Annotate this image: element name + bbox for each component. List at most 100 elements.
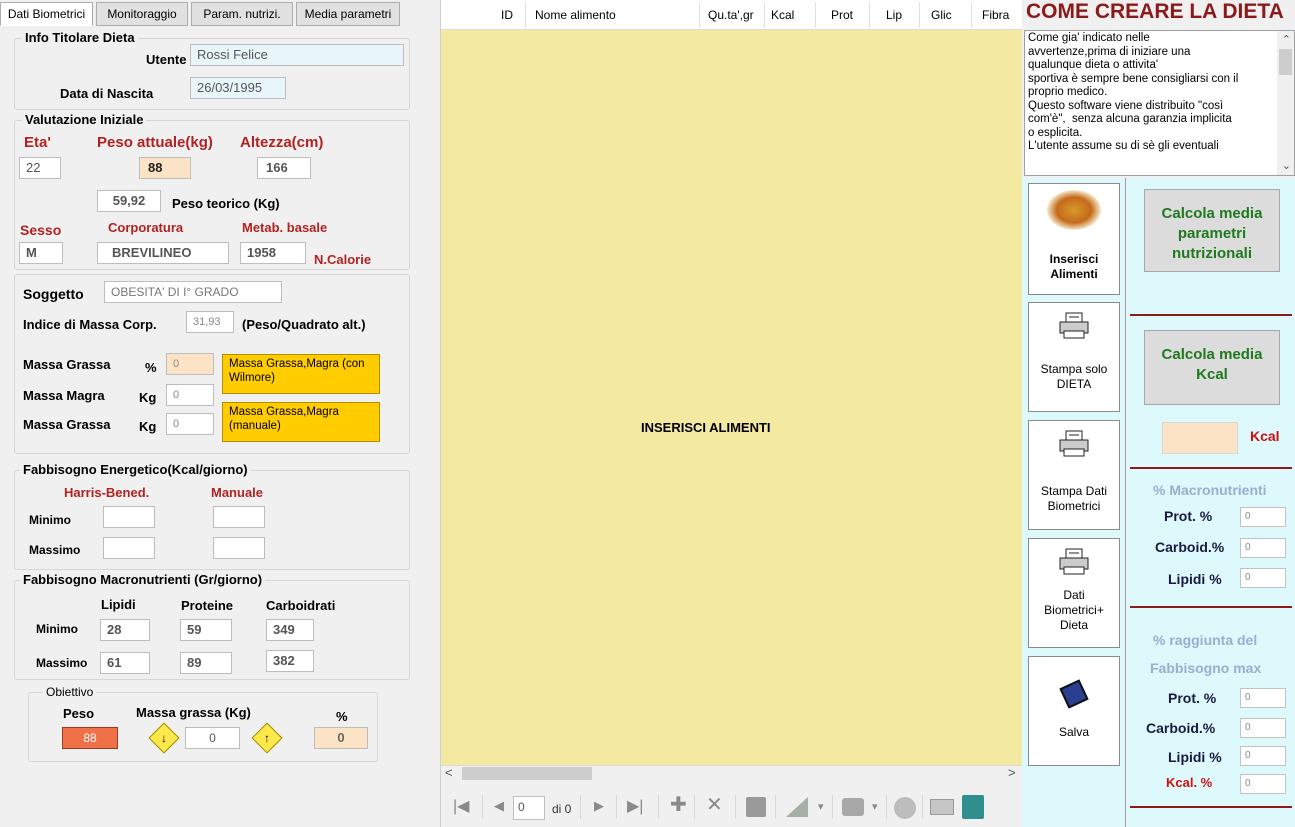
exit-door-icon[interactable] [962,795,984,819]
utente-field[interactable]: Rossi Felice [190,44,404,66]
harris-min-field[interactable] [103,506,155,528]
col-quantita[interactable]: Qu.ta',gr [708,8,754,22]
add-new-icon[interactable]: ✚ [670,792,687,817]
tab-param-nutrizi[interactable]: Param. nutrizi. [191,2,293,26]
massa-grassa-pct-field[interactable]: 0 [166,353,214,375]
carboidrati-min-field[interactable]: 349 [266,619,314,641]
energ-minimo-label: Minimo [29,513,71,527]
col-prot[interactable]: Prot [831,8,853,22]
manuale-button[interactable]: Massa Grassa,Magra (manuale) [222,402,380,442]
r-carboid-pct-field[interactable]: 0 [1240,718,1286,738]
massa-magra-field[interactable]: 0 [166,384,214,406]
inserisci-alimenti-label: Inserisci Alimenti [1049,252,1099,281]
obiettivo-pct-field[interactable]: 0 [314,727,368,749]
imc-field[interactable]: 31,93 [186,311,234,333]
scroll-left-icon[interactable]: < [445,765,453,780]
proteine-min-field[interactable]: 59 [180,619,232,641]
altezza-field[interactable]: 166 [257,157,311,179]
metab-basale-field[interactable]: 1958 [240,242,306,264]
howto-scroll-down-icon[interactable]: ⌄ [1282,159,1291,172]
lipidi-min-field[interactable]: 28 [100,619,150,641]
floppy-disk-icon [1059,679,1089,709]
massa-grassa-pct-label: Massa Grassa [23,357,111,372]
save-disk-icon[interactable] [746,797,766,817]
stampa-dieta-label: Stampa solo DIETA [1040,362,1108,391]
col-kcal[interactable]: Kcal [771,8,794,22]
howto-text: Come gia' indicato nelle avvertenze,prim… [1028,32,1239,152]
globe-icon[interactable] [894,797,916,819]
soggetto-field[interactable]: OBESITA' DI I° GRADO [104,281,282,303]
prot-pct-field[interactable]: 0 [1240,507,1286,527]
inserisci-alimenti-button[interactable]: Inserisci Alimenti [1028,183,1120,295]
nav-next-icon[interactable]: ▶ [594,798,604,814]
chart-dropdown-icon[interactable]: ▾ [818,800,824,813]
print-dropdown-icon[interactable]: ▾ [872,800,878,813]
keyboard-icon[interactable] [930,799,954,815]
manuale-min-field[interactable] [213,506,265,528]
lipidi-pct-field[interactable]: 0 [1240,568,1286,588]
nav-position-field[interactable]: 0 [513,796,545,820]
carboid-pct-field[interactable]: 0 [1240,538,1286,558]
corporatura-field[interactable]: BREVILINEO [97,242,229,264]
energ-massimo-label: Massimo [29,543,81,557]
proteine-max-field[interactable]: 89 [180,652,232,674]
col-fibra[interactable]: Fibra [982,8,1009,22]
sesso-field[interactable]: M [19,242,63,264]
corporatura-label: Corporatura [108,220,184,235]
manuale-label: Manuale [211,485,264,500]
lipidi-col-label: Lipidi [101,597,136,612]
peso-attuale-field[interactable]: 88 [139,157,191,179]
col-glic[interactable]: Glic [931,8,952,22]
nav-total-label: di 0 [552,802,572,816]
r-lipidi-pct-field[interactable]: 0 [1240,746,1286,766]
n-calorie-label: N.Calorie [314,252,372,267]
kcal-result-field[interactable] [1162,422,1238,454]
harris-max-field[interactable] [103,537,155,559]
tab-media-parametri[interactable]: Media parametri [296,2,400,26]
howto-title: COME CREARE LA DIETA [1026,0,1284,23]
salva-button[interactable]: Salva [1028,656,1120,766]
tab-dati-biometrici[interactable]: Dati Biometrici [0,2,93,26]
delete-icon[interactable]: ✕ [706,792,723,817]
eta-field[interactable]: 22 [19,157,61,179]
nav-last-icon[interactable]: ▶| [627,796,643,816]
wilmore-button[interactable]: Massa Grassa,Magra (con Wilmore) [222,354,380,394]
macronutrienti-title: % Macronutrienti [1153,482,1267,498]
howto-scroll-thumb[interactable] [1279,49,1292,75]
stampa-biometrici-button[interactable]: Stampa Dati Biometrici [1028,420,1120,530]
stampa-dieta-button[interactable]: Stampa solo DIETA [1028,302,1120,412]
scroll-right-icon[interactable]: > [1008,765,1016,780]
r-kcal-pct-field[interactable]: 0 [1240,774,1286,794]
obiettivo-massa-field[interactable]: 0 [185,727,240,749]
nav-first-icon[interactable]: |◀ [453,796,469,816]
print-icon[interactable] [842,798,864,816]
peso-teorico-field[interactable]: 59,92 [97,190,161,212]
col-id[interactable]: ID [501,8,513,22]
calcola-media-kcal-button[interactable]: Calcola media Kcal [1144,330,1280,405]
stampa-biometrici-dieta-button[interactable]: Dati Biometrici+ Dieta [1028,538,1120,648]
data-nascita-field[interactable]: 26/03/1995 [190,77,286,99]
nav-prev-icon[interactable]: ◀ [494,798,504,814]
obiettivo-pct-label: % [336,709,348,724]
r-prot-pct-label: Prot. % [1168,690,1217,706]
printer-icon [1059,548,1089,575]
tab-monitoraggio[interactable]: Monitoraggio [96,2,188,26]
eta-label: Eta' [24,134,51,151]
r-prot-pct-field[interactable]: 0 [1240,688,1286,708]
carboidrati-max-field[interactable]: 382 [266,650,314,672]
altezza-label: Altezza(cm) [240,134,324,151]
calcola-media-parametri-button[interactable]: Calcola media parametri nutrizionali [1144,189,1280,272]
col-nome-alimento[interactable]: Nome alimento [535,8,616,22]
massa-grassa-kg-field[interactable]: 0 [166,413,214,435]
pasta-dish-icon [1047,190,1101,230]
lipidi-max-field[interactable]: 61 [100,652,150,674]
valutazione-title: Valutazione Iniziale [22,112,147,127]
utente-label: Utente [146,52,187,67]
obiettivo-peso-field[interactable]: 88 [62,727,118,749]
howto-textbox[interactable]: Come gia' indicato nelle avvertenze,prim… [1024,30,1295,176]
scroll-thumb[interactable] [462,767,592,780]
manuale-max-field[interactable] [213,537,265,559]
col-lip[interactable]: Lip [886,8,902,22]
howto-scroll-up-icon[interactable]: ⌃ [1282,33,1291,46]
food-grid-body[interactable] [441,30,1022,765]
